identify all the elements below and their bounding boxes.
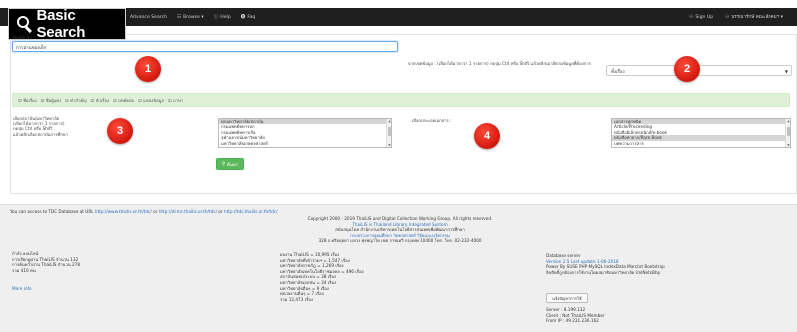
checkbox-language-label: ภาษา <box>173 97 184 103</box>
scrollbar[interactable]: ▲ ▼ <box>386 119 391 147</box>
checkbox-keyword-label: คำสำคัญ <box>70 97 87 103</box>
field-select-value: ทั้งเรื่อง <box>611 70 625 75</box>
server-line: From IP : 49.231.236.162 <box>546 318 599 324</box>
user-icon: ⚇ <box>689 15 694 20</box>
checkbox-subject-label: หัวเรื่อง <box>95 97 110 103</box>
footer-or-text: or <box>153 209 158 214</box>
document-type-label: เลือกประเภทเอกสาร : <box>412 118 452 123</box>
grid-icon: ☷ <box>177 14 182 20</box>
footer-center-block: Copyright 2000 - 2019 ThaiLIS and Digita… <box>250 216 550 244</box>
checkbox-title-label: ชื่อเรื่อง <box>23 97 37 103</box>
search-button[interactable]: ⚲ ค้นหา <box>216 158 244 170</box>
nav-advance-search-label: Advance Search <box>130 14 168 20</box>
scroll-up-icon[interactable]: ▲ <box>387 119 391 123</box>
search-button-label: ค้นหา <box>226 162 239 168</box>
footer-collection-stats: ผลงาน ThaiLIS = 10,995 เรื่อง มหาวิทยาลั… <box>280 252 364 302</box>
institution-listbox[interactable]: ทุกมหาวิทยาลัย/สถาบัน กรมแพทย์ทหารบก กรม… <box>218 118 392 148</box>
field-checkbox-bar: ☑ ชื่อเรื่อง ☑ ชื่อผู้แต่ง ☑ คำสำคัญ ☑ ห… <box>12 93 790 107</box>
checkbox-title[interactable]: ☑ ชื่อเรื่อง <box>18 97 37 104</box>
scroll-down-icon[interactable]: ▼ <box>387 143 391 147</box>
stat-line: รวม 12,473 เรื่อง <box>280 296 313 302</box>
list-item[interactable]: มหาวิทยาลัยเกษตรศาสตร์ <box>219 141 391 146</box>
checkbox-language[interactable]: ☑ ภาษา <box>168 97 183 104</box>
nav-advance-search[interactable]: Advance Search <box>128 14 167 20</box>
search-keyword-label: พิมพ์คำค้น : <box>13 35 36 40</box>
report-problem-button[interactable]: แจ้งปัญหาการใช้ <box>546 293 588 303</box>
nav-faq-label: Faq <box>247 14 256 20</box>
footer-server-info: Database server Version 2.5 Last update … <box>546 253 665 275</box>
footer-or-text: or <box>218 209 223 214</box>
nav-help-label: Help <box>220 14 231 20</box>
list-item[interactable]: บทความวารสาร <box>612 141 790 146</box>
page-title: Basic Search <box>36 7 86 41</box>
search-icon <box>17 16 32 33</box>
marker-1: 1 <box>135 56 161 82</box>
stat-line: การค้นคว้าผ่าน ThaiLIS จำนวน 278 <box>12 262 81 268</box>
checkbox-keyword[interactable]: ☑ คำสำคัญ <box>65 97 87 104</box>
scroll-down-icon[interactable]: ▼ <box>786 143 790 147</box>
nav-sign-up-label: Sign Up <box>695 15 714 20</box>
nav-user-menu[interactable]: ⚇ บรรณารักษ์ คณะสังคมฯ ▾ <box>725 14 783 21</box>
checkbox-abstract-label: บทคัดย่อ <box>118 97 135 103</box>
nav-browse[interactable]: ☷ Browse ▾ <box>177 14 204 20</box>
server-info-line: Power By SUSE PHP MySQL IndexData Marctx… <box>546 264 665 270</box>
checkbox-subject[interactable]: ☑ หัวเรื่อง <box>91 97 109 104</box>
footer-access-text: You can access to TDC Database at URL <box>10 209 94 214</box>
scroll-up-icon[interactable]: ▲ <box>786 119 790 123</box>
nav-sign-up[interactable]: ⚇ Sign Up <box>689 14 713 21</box>
nav-browse-label: Browse ▾ <box>183 14 204 20</box>
institution-label: เลือกสถาบัน/มหาวิทยาลัย (เลือกได้มากกว่า… <box>13 116 68 137</box>
nav-faq[interactable]: ⓿ Faq <box>240 14 256 21</box>
nav-help[interactable]: ⓘ Help <box>213 14 231 21</box>
stat-line: รวม 410 คน <box>12 267 36 273</box>
scrollbar[interactable]: ▲ ▼ <box>785 119 790 147</box>
checkbox-author-label: ชื่อผู้แต่ง <box>45 97 62 103</box>
footer-url-link[interactable]: http://www.thailis.or.th/tdc/ <box>95 209 152 214</box>
search-icon: ⚲ <box>221 161 226 167</box>
footer-access-line: You can access to TDC Database at URL ht… <box>10 209 278 215</box>
marker-3: 3 <box>107 118 133 144</box>
field-select-label: จากเขตข้อมูล : (เลือกได้มากกว่า 1 รายการ… <box>408 61 591 66</box>
footer-url-link[interactable]: http://dcms.thailis.or.th/tdc/ <box>159 209 217 214</box>
user-icon: ⚇ <box>725 15 730 20</box>
nav-right-menu: ⚇ Sign Up ⚇ บรรณารักษ์ คณะสังคมฯ ▾ <box>689 14 783 21</box>
server-info-line: ลิขสิทธิ์ถูกต้องการใช้งานโดยสมาชิกมหาวิท… <box>546 269 661 275</box>
info-icon: ⓘ <box>213 15 219 20</box>
marker-2: 2 <box>674 56 700 82</box>
document-type-listbox[interactable]: เอกสารทุกชนิด Article/Proceeding หนังสือ… <box>611 118 791 148</box>
footer-client-info: Server : 8.199.132 Client : Not ThaiLIS … <box>546 307 605 324</box>
footer-url-link[interactable]: http://tdc.thailis.or.th/tdc/ <box>224 209 278 214</box>
checkbox-author[interactable]: ☑ ชื่อผู้แต่ง <box>41 97 61 104</box>
question-icon: ⓿ <box>240 15 246 20</box>
institution-label-line: แล้วคลิกเลือกสถาบันการศึกษา <box>13 131 68 137</box>
checkbox-abstract[interactable]: ☑ บทคัดย่อ <box>113 97 134 104</box>
checkbox-source[interactable]: ☑ แหล่งข้อมูล <box>138 97 164 104</box>
checkbox-source-label: แหล่งข้อมูล <box>143 97 164 103</box>
footer-online-stats: กำลัง ออนไลน์ การเรียกดูผ่าน ThaiLIS จำน… <box>12 251 80 273</box>
nav-user-menu-label: บรรณารักษ์ คณะสังคมฯ ▾ <box>731 15 783 20</box>
chevron-down-icon: ▼ <box>784 69 788 74</box>
marker-4: 4 <box>474 123 500 149</box>
more-info-link[interactable]: More info <box>12 286 32 292</box>
footer-center-line: 328 ถ.ศรีอยุธยา แขวง ทุ่งพญาไท เขต ราชเท… <box>318 238 482 244</box>
nav-left-menu: Advance Search ☷ Browse ▾ ⓘ Help ⓿ Faq <box>128 14 256 21</box>
search-input[interactable]: การอ่านของเด็ก <box>12 41 398 52</box>
